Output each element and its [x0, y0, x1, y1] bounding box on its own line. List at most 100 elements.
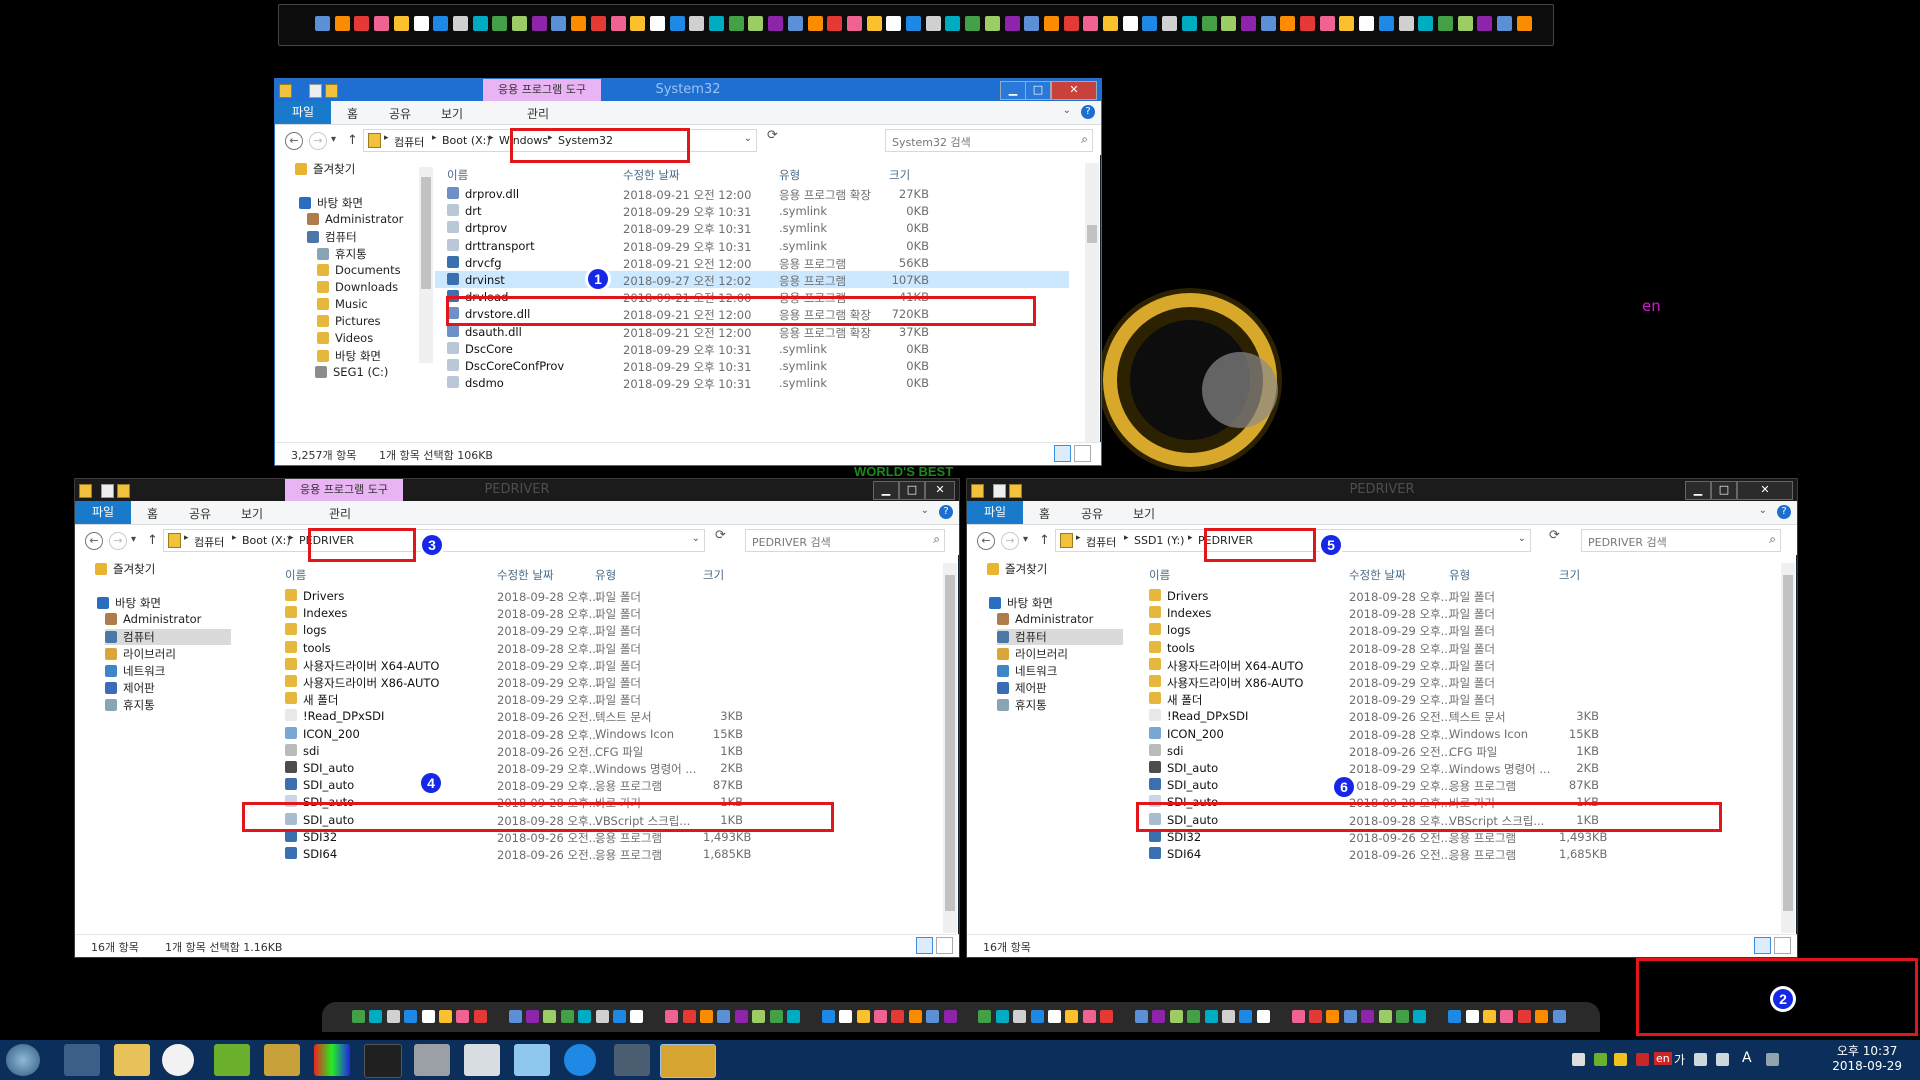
maximize-button[interactable]: □: [1025, 81, 1051, 100]
quick-launch-app-icon[interactable]: [610, 16, 626, 31]
dock-app-icon[interactable]: [1256, 1010, 1270, 1023]
quick-launch-app-icon[interactable]: [1319, 16, 1335, 31]
file-row[interactable]: 새 폴더 2018-09-29 오후... 파일 폴더: [247, 690, 911, 707]
dock-app-icon[interactable]: [1517, 1010, 1531, 1023]
quick-launch-app-icon[interactable]: [906, 16, 921, 31]
file-row[interactable]: sdi 2018-09-26 오전... CFG 파일 1KB: [1139, 742, 1757, 759]
nav-item[interactable]: 제어판: [997, 680, 1047, 696]
dock-app-icon[interactable]: [787, 1010, 800, 1023]
nav-item[interactable]: 즐겨찾기: [95, 561, 155, 577]
minimize-button[interactable]: ▁: [1000, 81, 1026, 100]
dock-app-icon[interactable]: [1448, 1010, 1462, 1023]
file-list-scrollbar[interactable]: [1085, 163, 1099, 443]
dock-app-icon[interactable]: [769, 1010, 783, 1023]
quick-launch-app-icon[interactable]: [1418, 16, 1434, 31]
column-header-type[interactable]: 유형: [779, 167, 800, 183]
nav-item[interactable]: 컴퓨터: [105, 629, 231, 645]
quick-launch-app-icon[interactable]: [1063, 16, 1079, 31]
search-input[interactable]: PEDRIVER 검색 ⌕: [1581, 529, 1781, 552]
column-header-name[interactable]: 이름: [1149, 567, 1170, 583]
quick-launch-app-icon[interactable]: [1398, 16, 1414, 31]
file-row[interactable]: 사용자드라이버 X64-AUTO 2018-09-29 오후... 파일 폴더: [247, 656, 911, 673]
tab-home[interactable]: 홈: [147, 505, 158, 522]
dock-app-icon[interactable]: [717, 1010, 731, 1023]
quick-launch-app-icon[interactable]: [1162, 16, 1178, 31]
breadcrumb-pedriver[interactable]: PEDRIVER: [299, 534, 354, 547]
quick-launch-app-icon[interactable]: [1497, 16, 1512, 31]
breadcrumb-pedriver[interactable]: PEDRIVER: [1198, 534, 1253, 547]
dock-app-icon[interactable]: [1152, 1010, 1166, 1023]
quick-launch-app-icon[interactable]: [709, 16, 724, 31]
file-row[interactable]: logs 2018-09-29 오후... 파일 폴더: [247, 621, 911, 638]
large-icons-view-button[interactable]: [1074, 445, 1091, 462]
quick-launch-app-icon[interactable]: [1083, 16, 1099, 31]
quick-launch-app-icon[interactable]: [1103, 16, 1118, 31]
column-header-name[interactable]: 이름: [285, 567, 306, 583]
file-row[interactable]: 사용자드라이버 X86-AUTO 2018-09-29 오후... 파일 폴더: [1139, 673, 1757, 690]
taskbar-app-1-icon[interactable]: [64, 1044, 100, 1076]
dock-app-icon[interactable]: [1169, 1010, 1183, 1023]
quick-launch-app-icon[interactable]: [768, 16, 784, 31]
column-header-type[interactable]: 유형: [1449, 567, 1470, 583]
file-row[interactable]: SDI_auto 2018-09-29 오후... Windows 명령어 ... 2…: [247, 759, 911, 776]
refresh-button[interactable]: ⟳: [715, 528, 726, 543]
file-row[interactable]: SDI_auto 2018-09-28 오후... 바로 가기 1KB: [1139, 793, 1757, 810]
quick-launch-app-icon[interactable]: [433, 16, 449, 31]
quick-launch-app-icon[interactable]: [1339, 16, 1355, 31]
dock-app-icon[interactable]: [1065, 1010, 1079, 1023]
file-list-scrollbar[interactable]: [943, 563, 957, 933]
nav-item[interactable]: 바탕 화면: [317, 348, 381, 364]
dock-app-icon[interactable]: [630, 1010, 644, 1023]
nav-item[interactable]: 즐겨찾기: [295, 161, 355, 177]
quick-launch-app-icon[interactable]: [846, 16, 862, 31]
quick-launch-app-icon[interactable]: [649, 16, 665, 31]
breadcrumb-windows[interactable]: Windows: [499, 134, 548, 147]
quick-launch-app-icon[interactable]: [1024, 16, 1040, 31]
column-header-size[interactable]: 크기: [1559, 567, 1580, 583]
help-icon[interactable]: ?: [1081, 105, 1095, 119]
dock-app-icon[interactable]: [1135, 1010, 1148, 1023]
quick-launch-app-icon[interactable]: [1437, 16, 1453, 31]
dock-app-icon[interactable]: [1500, 1010, 1514, 1023]
quick-launch-app-icon[interactable]: [1300, 16, 1315, 31]
maximize-button[interactable]: □: [1711, 481, 1737, 500]
tab-view[interactable]: 보기: [1133, 505, 1155, 522]
quick-launch-app-icon[interactable]: [965, 16, 981, 31]
taskbar-color-app-icon[interactable]: [314, 1044, 350, 1076]
dock-app-icon[interactable]: [439, 1010, 452, 1023]
file-row[interactable]: Drivers 2018-09-28 오후... 파일 폴더: [247, 587, 911, 604]
column-header-size[interactable]: 크기: [889, 167, 910, 183]
file-row[interactable]: SDI_auto 2018-09-29 오후... Windows 명령어 ... 2…: [1139, 759, 1757, 776]
dock-app-icon[interactable]: [1361, 1010, 1375, 1023]
nav-item[interactable]: 컴퓨터: [997, 629, 1123, 645]
up-button[interactable]: ↑: [147, 533, 158, 548]
dock-app-icon[interactable]: [1309, 1010, 1322, 1023]
tray-ime-hangul[interactable]: 가: [1674, 1051, 1685, 1068]
dock-app-icon[interactable]: [526, 1010, 539, 1023]
nav-item[interactable]: 바탕 화면: [299, 195, 363, 211]
dock-app-icon[interactable]: [1535, 1010, 1549, 1023]
nav-pane-scrollbar[interactable]: [419, 167, 433, 363]
breadcrumb-computer[interactable]: 컴퓨터: [1086, 534, 1116, 550]
tab-manage[interactable]: 관리: [329, 505, 351, 522]
nav-item[interactable]: Administrator: [997, 612, 1093, 626]
dock-app-icon[interactable]: [1396, 1010, 1409, 1023]
file-row[interactable]: drvcfg 2018-09-21 오전 12:00 응용 프로그램 56KB: [435, 254, 1069, 271]
back-button[interactable]: ←: [85, 532, 103, 550]
dock-app-icon[interactable]: [1552, 1010, 1566, 1023]
minimize-button[interactable]: ▁: [873, 481, 899, 500]
taskbar-app-10-icon[interactable]: [514, 1044, 550, 1076]
file-row[interactable]: 사용자드라이버 X86-AUTO 2018-09-29 오후... 파일 폴더: [247, 673, 911, 690]
address-dropdown-icon[interactable]: ⌄: [1518, 533, 1526, 544]
dock-app-icon[interactable]: [1013, 1010, 1027, 1023]
ribbon-expand-icon[interactable]: ⌄: [1759, 505, 1767, 516]
quick-launch-app-icon[interactable]: [590, 16, 606, 31]
dock-app-icon[interactable]: [839, 1010, 853, 1023]
dock-app-icon[interactable]: [700, 1010, 713, 1023]
dock-app-icon[interactable]: [1326, 1010, 1340, 1023]
quick-launch-app-icon[interactable]: [728, 16, 744, 31]
quick-launch-app-icon[interactable]: [807, 16, 823, 31]
large-icons-view-button[interactable]: [936, 937, 953, 954]
details-view-button[interactable]: [1754, 937, 1771, 954]
taskbar-app-8-icon[interactable]: [414, 1044, 450, 1076]
